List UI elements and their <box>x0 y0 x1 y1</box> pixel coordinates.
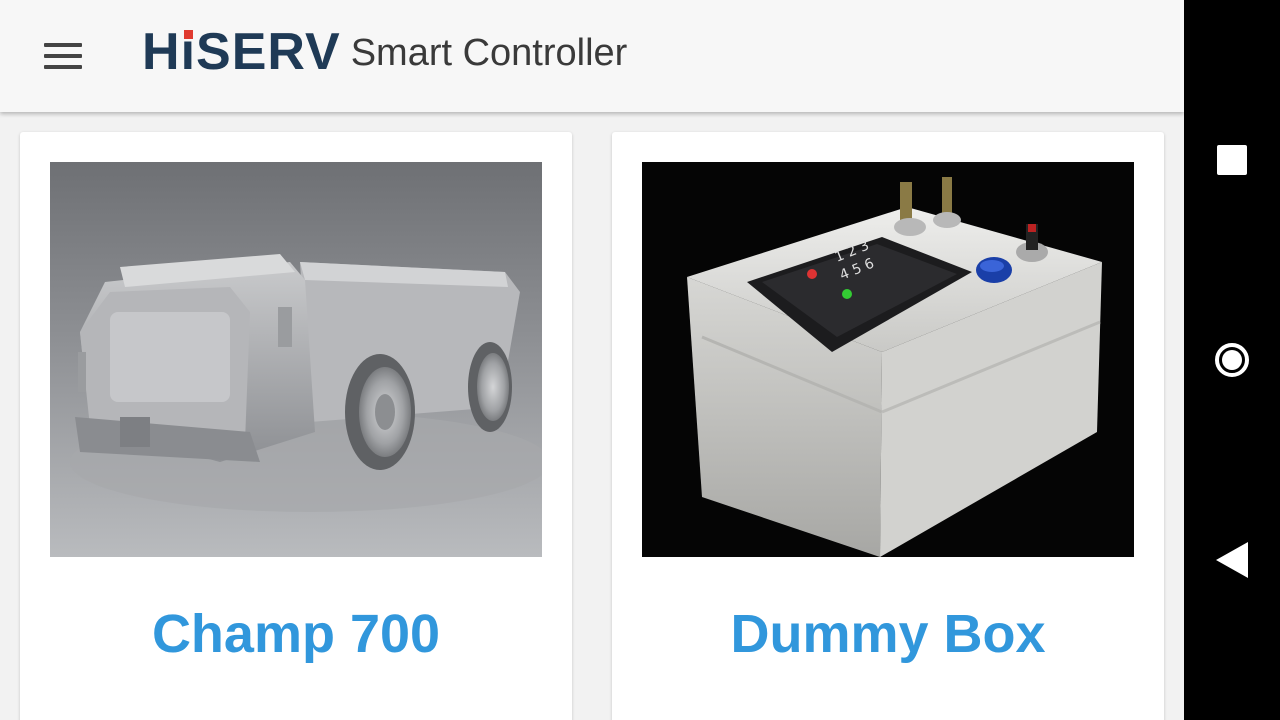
hamburger-menu-icon[interactable] <box>36 36 92 76</box>
logo-letter-i: i <box>180 23 197 81</box>
app-title: Smart Controller <box>350 32 628 74</box>
logo-letters-serv: SERV <box>196 23 341 81</box>
menu-line <box>44 43 82 47</box>
recents-square-icon[interactable] <box>1208 136 1256 184</box>
hiserv-logo: Hi SERV <box>142 23 341 81</box>
brand: Hi SERV Smart Controller <box>142 23 628 81</box>
app-bar: Hi SERV Smart Controller <box>0 0 1184 112</box>
product-card-champ-700[interactable]: Champ 700 <box>20 132 572 720</box>
menu-line <box>44 65 82 69</box>
back-triangle-icon[interactable] <box>1208 536 1256 584</box>
system-navigation-bar <box>1184 0 1280 720</box>
product-card-dummy-box[interactable]: 1 2 3 4 5 6 Dummy Box <box>612 132 1164 720</box>
logo-letter-h: H <box>142 23 181 81</box>
menu-line <box>44 54 82 58</box>
app-screen: Hi SERV Smart Controller Champ 700 1 2 3… <box>0 0 1184 720</box>
aircraft-tug-vehicle-image <box>50 162 542 557</box>
home-circle-icon[interactable] <box>1208 336 1256 384</box>
product-name: Champ 700 <box>151 604 441 664</box>
product-name: Dummy Box <box>730 604 1046 664</box>
controller-box-with-keypad-image: 1 2 3 4 5 6 <box>642 162 1134 557</box>
logo-red-dot <box>183 30 193 39</box>
